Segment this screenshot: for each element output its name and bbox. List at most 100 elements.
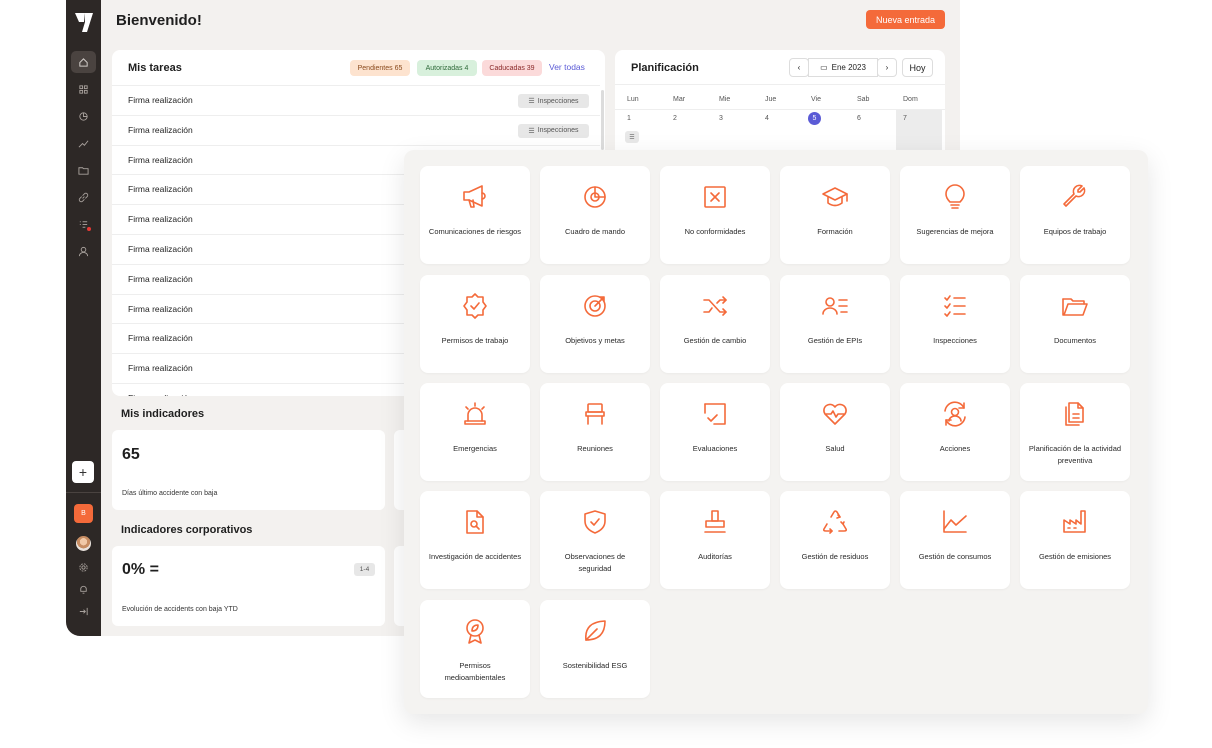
- module-label: Permisos medioambientales: [444, 661, 506, 682]
- corporate-label: Evolución de accidents con baja YTD: [122, 606, 238, 613]
- calendar-day[interactable]: 6: [857, 115, 861, 122]
- module-card[interactable]: No conformidades: [660, 166, 770, 264]
- calendar-day[interactable]: 7: [903, 115, 907, 122]
- calendar-day[interactable]: 3: [719, 115, 723, 122]
- weekday-label: Mie: [719, 96, 731, 103]
- module-card[interactable]: Reuniones: [540, 383, 650, 481]
- shuffle-icon: [700, 291, 730, 321]
- task-tag[interactable]: ☰ Inspecciones: [518, 123, 589, 138]
- task-tag[interactable]: ☰ Inspecciones: [518, 94, 589, 108]
- module-card[interactable]: Sostenibilidad ESG: [540, 600, 650, 698]
- add-button[interactable]: +: [72, 461, 94, 483]
- calendar-day[interactable]: 5: [808, 112, 821, 125]
- event-checklist-icon[interactable]: ☰: [625, 131, 639, 143]
- recycle-icon: [820, 507, 850, 537]
- module-card[interactable]: Equipos de trabajo: [1020, 166, 1130, 264]
- authorized-badge[interactable]: Autorizadas 4: [417, 60, 477, 76]
- module-card[interactable]: Documentos: [1020, 275, 1130, 373]
- prev-month-button[interactable]: ‹: [789, 58, 809, 77]
- weekday-label: Mar: [673, 96, 686, 103]
- module-card[interactable]: Comunicaciones de riesgos: [420, 166, 530, 264]
- user-icon[interactable]: [71, 240, 96, 262]
- notification-dot: [87, 227, 91, 231]
- weekday-label: Sab: [857, 96, 870, 103]
- module-label: Sugerencias de mejora: [916, 227, 994, 236]
- lightbulb-icon: [940, 182, 970, 212]
- module-card[interactable]: Acciones: [900, 383, 1010, 481]
- module-card[interactable]: Evaluaciones: [660, 383, 770, 481]
- month-picker[interactable]: ▭ Ene 2023: [808, 58, 878, 77]
- indicators-title: Mis indicadores: [121, 408, 205, 420]
- logout-icon[interactable]: [71, 600, 96, 622]
- home-icon[interactable]: [71, 51, 96, 73]
- module-card[interactable]: Permisos medioambientales: [420, 600, 530, 698]
- module-card[interactable]: Sugerencias de mejora: [900, 166, 1010, 264]
- module-card[interactable]: Gestión de consumos: [900, 491, 1010, 589]
- grid-icon[interactable]: [71, 78, 96, 100]
- module-card[interactable]: Gestión de cambio: [660, 275, 770, 373]
- trend-icon[interactable]: [71, 132, 96, 154]
- calendar-day[interactable]: 1: [627, 115, 631, 122]
- badge-check-icon: [460, 291, 490, 321]
- module-card[interactable]: Gestión de EPIs: [780, 275, 890, 373]
- range-badge[interactable]: 1-4: [354, 563, 375, 576]
- pie-chart-icon: [580, 182, 610, 212]
- award-leaf-icon: [460, 616, 490, 646]
- today-button[interactable]: Hoy: [902, 58, 933, 77]
- folder-icon[interactable]: [71, 159, 96, 181]
- module-card[interactable]: Emergencias: [420, 383, 530, 481]
- link-icon[interactable]: [71, 186, 96, 208]
- task-label: Firma realización: [128, 124, 193, 135]
- corporate-card[interactable]: 0% = 1-4 Evolución de accidents con baja…: [112, 546, 385, 626]
- new-entry-button[interactable]: Nueva entrada: [866, 10, 945, 29]
- planning-divider: [615, 84, 945, 85]
- megaphone-icon: [460, 182, 490, 212]
- module-card[interactable]: Salud: [780, 383, 890, 481]
- bell-icon[interactable]: [71, 578, 96, 600]
- tasks-scrollbar[interactable]: [601, 90, 604, 150]
- org-badge[interactable]: B: [74, 504, 93, 523]
- module-label: Permisos de trabajo: [441, 336, 509, 345]
- task-label: Firma realización: [128, 333, 193, 344]
- module-label: Emergencias: [453, 444, 497, 453]
- module-label: Planificación de la actividad preventiva: [1028, 444, 1122, 465]
- module-card[interactable]: Investigación de accidentes: [420, 491, 530, 589]
- module-label: Gestión de consumos: [918, 552, 992, 561]
- module-card[interactable]: Formación: [780, 166, 890, 264]
- next-month-button[interactable]: ›: [877, 58, 897, 77]
- module-card[interactable]: Objetivos y metas: [540, 275, 650, 373]
- task-row[interactable]: Firma realización ☰ Inspecciones: [112, 85, 600, 115]
- chevron-left-icon: ‹: [797, 63, 801, 72]
- settings-icon[interactable]: [71, 556, 96, 578]
- siren-icon: [460, 399, 490, 429]
- checklist-icon[interactable]: [71, 213, 96, 235]
- calendar-day[interactable]: 2: [673, 115, 677, 122]
- task-label: Firma realización: [128, 244, 193, 254]
- module-card[interactable]: Observaciones de seguridad: [540, 491, 650, 589]
- see-all-link[interactable]: Ver todas: [549, 62, 585, 72]
- tasks-title: Mis tareas: [128, 62, 182, 74]
- module-label: No conformidades: [684, 227, 746, 236]
- avatar[interactable]: [76, 536, 91, 551]
- module-card[interactable]: Permisos de trabajo: [420, 275, 530, 373]
- module-card[interactable]: Auditorías: [660, 491, 770, 589]
- expired-badge[interactable]: Caducadas 39: [482, 60, 542, 76]
- app-logo: [75, 13, 93, 32]
- module-card[interactable]: Planificación de la actividad preventiva: [1020, 383, 1130, 481]
- task-label: Firma realización: [128, 95, 193, 105]
- module-card[interactable]: Cuadro de mando: [540, 166, 650, 264]
- indicator-card[interactable]: 65 Días último accidente con baja: [112, 430, 385, 510]
- folder-open-icon: [1060, 291, 1090, 321]
- module-label: Comunicaciones de riesgos: [428, 227, 522, 236]
- module-card[interactable]: Inspecciones: [900, 275, 1010, 373]
- module-label: Gestión de cambio: [683, 336, 747, 345]
- task-tag-label: Inspecciones: [537, 127, 579, 135]
- calendar-day[interactable]: 4: [765, 115, 769, 122]
- module-card[interactable]: Gestión de residuos: [780, 491, 890, 589]
- module-card[interactable]: Gestión de emisiones: [1020, 491, 1130, 589]
- files-icon: [1060, 399, 1090, 429]
- square-check-icon: [700, 399, 730, 429]
- pie-icon[interactable]: [71, 105, 96, 127]
- pending-badge[interactable]: Pendientes 65: [350, 60, 410, 76]
- task-row[interactable]: Firma realización ☰ Inspecciones: [112, 114, 600, 145]
